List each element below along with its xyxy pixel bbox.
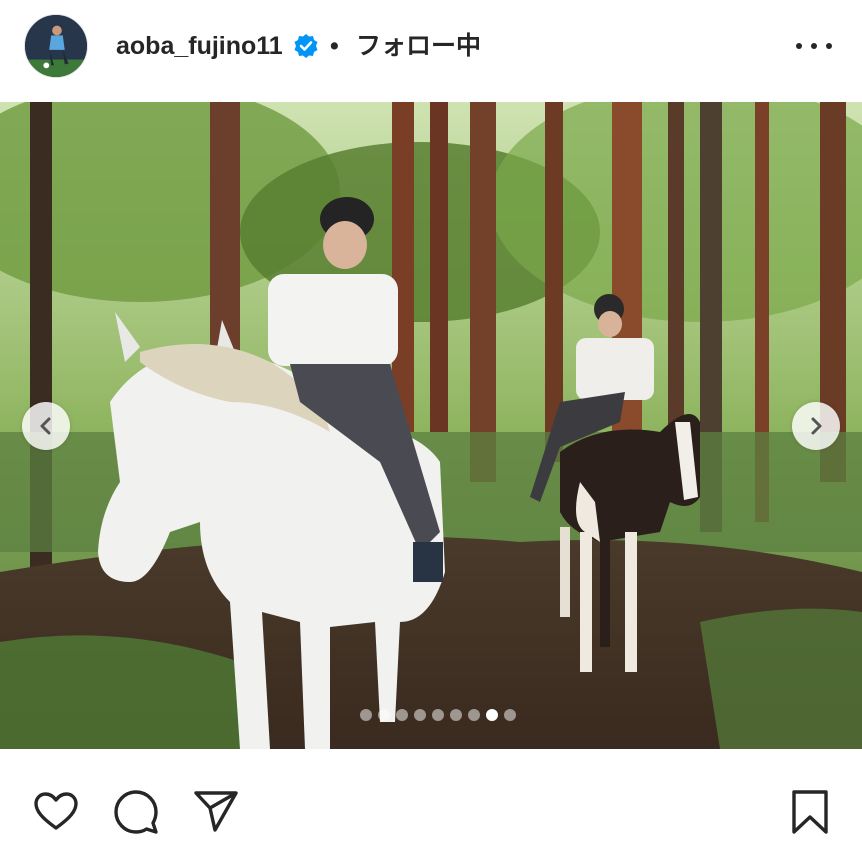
save-button[interactable] bbox=[786, 788, 834, 836]
post-header: aoba_fujino11 • フォロー中 bbox=[0, 0, 862, 92]
bookmark-icon bbox=[792, 790, 828, 834]
carousel-indicator bbox=[0, 708, 862, 722]
carousel-dot bbox=[378, 709, 390, 721]
avatar-image bbox=[25, 15, 87, 77]
more-dot bbox=[796, 43, 802, 49]
more-dot bbox=[826, 43, 832, 49]
carousel-dot bbox=[414, 709, 426, 721]
share-button[interactable] bbox=[192, 788, 240, 836]
more-options-icon[interactable] bbox=[796, 30, 832, 62]
separator-dot: • bbox=[330, 32, 339, 60]
carousel-dot bbox=[504, 709, 516, 721]
carousel-prev-button[interactable] bbox=[22, 402, 70, 450]
following-button[interactable]: フォロー中 bbox=[356, 30, 481, 62]
forest-horse-ride-image bbox=[0, 102, 862, 749]
username-link[interactable]: aoba_fujino11 bbox=[116, 30, 283, 62]
profile-avatar[interactable] bbox=[24, 14, 88, 78]
carousel-dot bbox=[468, 709, 480, 721]
post-photo[interactable] bbox=[0, 102, 862, 749]
carousel-dot bbox=[360, 709, 372, 721]
like-button[interactable] bbox=[32, 788, 80, 836]
carousel-dot-active bbox=[486, 709, 498, 721]
post-actions bbox=[0, 770, 862, 842]
comment-icon bbox=[114, 790, 158, 834]
chevron-right-icon bbox=[811, 417, 822, 435]
comment-button[interactable] bbox=[112, 788, 160, 836]
verified-badge-icon bbox=[294, 34, 318, 58]
more-dot bbox=[811, 43, 817, 49]
share-icon bbox=[194, 791, 238, 832]
heart-icon bbox=[34, 792, 78, 830]
carousel-dot bbox=[432, 709, 444, 721]
carousel-next-button[interactable] bbox=[792, 402, 840, 450]
carousel-dot bbox=[450, 709, 462, 721]
chevron-left-icon bbox=[40, 417, 51, 435]
carousel-dot bbox=[396, 709, 408, 721]
